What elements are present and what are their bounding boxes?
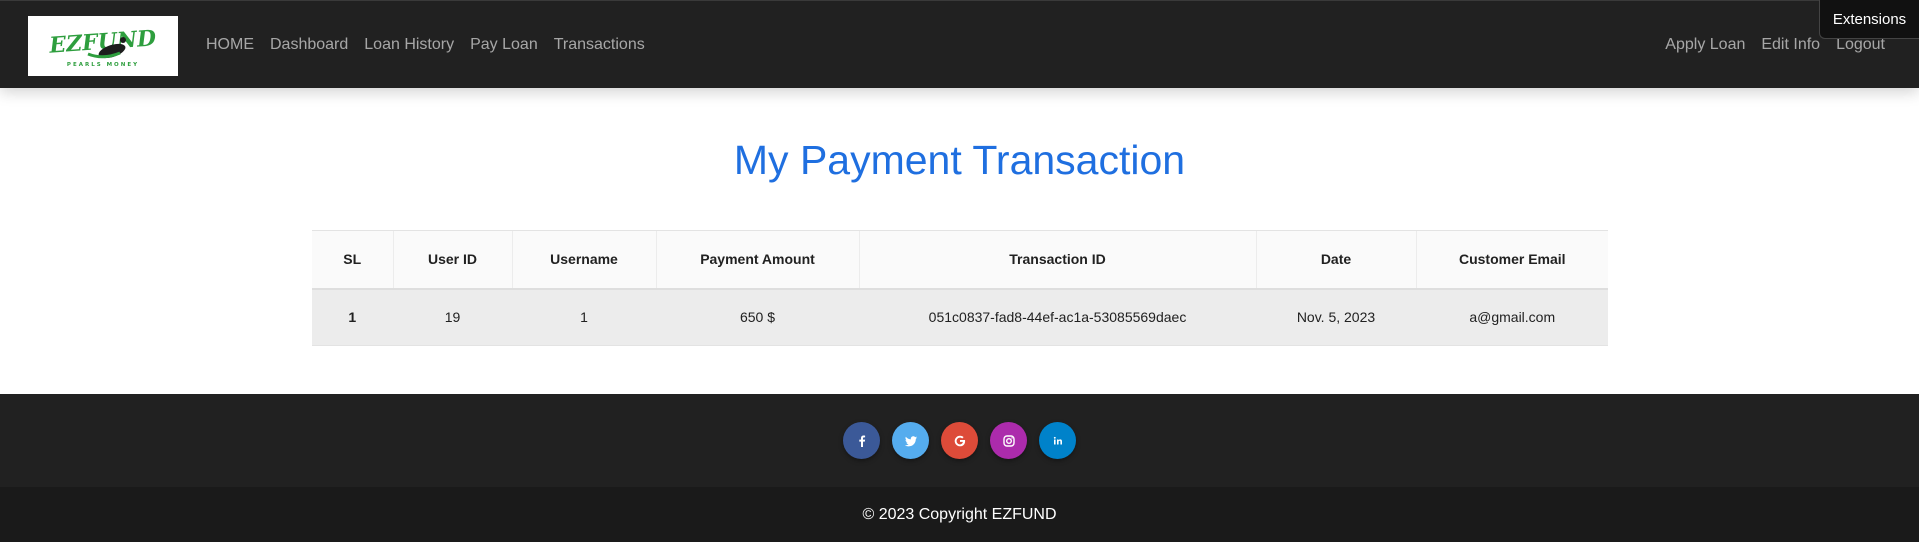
- instagram-button[interactable]: [990, 422, 1027, 459]
- twitter-icon: [904, 435, 917, 446]
- cell-sl: 1: [312, 288, 393, 346]
- brand-logo[interactable]: EZFUND PEARLS MONEY: [28, 16, 178, 76]
- footer-social-bar: [0, 394, 1919, 487]
- page-bottom-edge: [0, 542, 1919, 546]
- table-header-row: SL User ID Username Payment Amount Trans…: [312, 230, 1608, 290]
- copyright-text: © 2023 Copyright EZFUND: [0, 487, 1919, 542]
- transactions-table-container: SL User ID Username Payment Amount Trans…: [312, 230, 1608, 346]
- cell-customer-email: a@gmail.com: [1415, 288, 1608, 346]
- cell-user-id: 19: [392, 288, 512, 346]
- google-button[interactable]: [941, 422, 978, 459]
- column-header-username: Username: [511, 230, 656, 290]
- nav-link-transactions[interactable]: Transactions: [546, 36, 653, 54]
- cell-transaction-id: 051c0837-fad8-44ef-ac1a-53085569daec: [858, 288, 1256, 346]
- svg-text:PEARLS MONEY: PEARLS MONEY: [67, 62, 139, 68]
- cell-payment-amount: 650 $: [655, 288, 859, 346]
- ezfund-logo-icon: EZFUND PEARLS MONEY: [48, 25, 157, 68]
- nav-link-pay-loan[interactable]: Pay Loan: [462, 36, 546, 54]
- instagram-icon: [1002, 434, 1015, 447]
- nav-link-dashboard[interactable]: Dashboard: [262, 36, 356, 54]
- navbar: EZFUND PEARLS MONEY HOME Dashboard Loan …: [0, 0, 1919, 88]
- column-header-date: Date: [1255, 230, 1416, 290]
- cell-username: 1: [511, 288, 656, 346]
- nav-link-edit-info[interactable]: Edit Info: [1753, 36, 1828, 54]
- column-header-sl: SL: [312, 230, 393, 290]
- linkedin-icon: [1053, 436, 1062, 444]
- nav-link-loan-history[interactable]: Loan History: [356, 36, 462, 54]
- cell-date: Nov. 5, 2023: [1255, 288, 1416, 346]
- transactions-table: SL User ID Username Payment Amount Trans…: [312, 230, 1608, 346]
- column-header-customer-email: Customer Email: [1415, 230, 1608, 290]
- nav-link-home[interactable]: HOME: [206, 36, 262, 54]
- nav-left-links: HOME Dashboard Loan History Pay Loan Tra…: [206, 1, 653, 89]
- nav-link-apply-loan[interactable]: Apply Loan: [1657, 36, 1753, 54]
- table-row: 1 19 1 650 $ 051c0837-fad8-44ef-ac1a-530…: [312, 288, 1608, 346]
- facebook-button[interactable]: [843, 422, 880, 459]
- facebook-icon: [858, 435, 865, 447]
- column-header-transaction-id: Transaction ID: [858, 230, 1256, 290]
- page-title: My Payment Transaction: [733, 137, 1186, 183]
- extensions-tooltip: Extensions: [1819, 0, 1919, 39]
- column-header-user-id: User ID: [392, 230, 512, 290]
- twitter-button[interactable]: [892, 422, 929, 459]
- linkedin-button[interactable]: [1039, 422, 1076, 459]
- google-icon: [954, 435, 965, 446]
- column-header-payment-amount: Payment Amount: [655, 230, 859, 290]
